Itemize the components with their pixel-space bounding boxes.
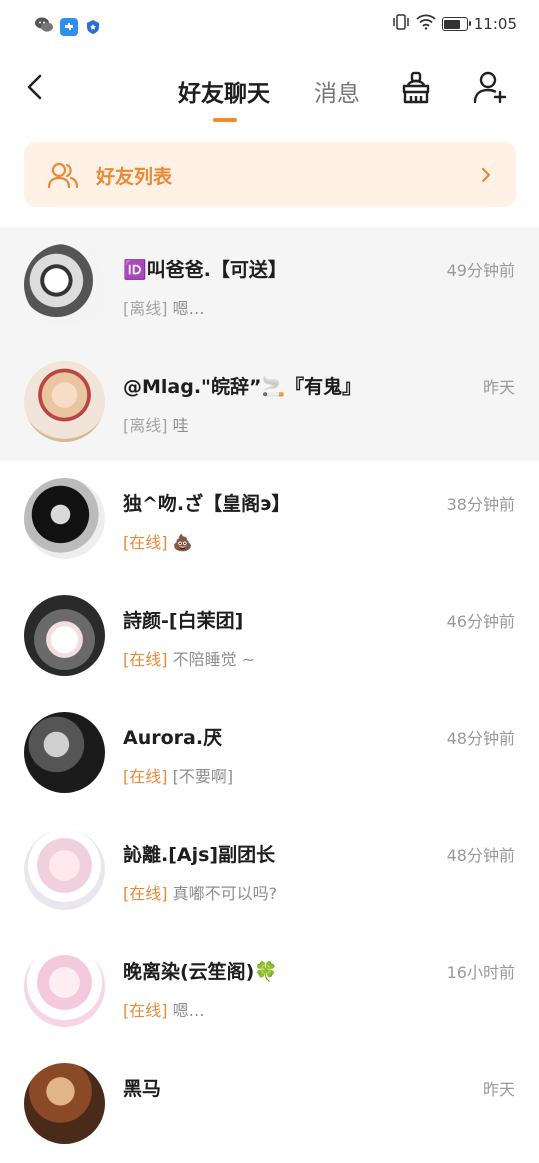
avatar[interactable] bbox=[24, 712, 105, 793]
last-message-time: 昨天 bbox=[482, 1080, 515, 1099]
offline-status: [离线] bbox=[123, 416, 168, 435]
system-status: 11:05 bbox=[392, 14, 517, 34]
friend-row[interactable]: @Mlag."皖辞”🚬『有鬼』 昨天 [离线] 哇 bbox=[0, 344, 539, 461]
avatar[interactable] bbox=[24, 595, 105, 676]
online-status: [在线] bbox=[123, 650, 168, 669]
friend-name: @Mlag."皖辞”🚬『有鬼』 bbox=[123, 376, 362, 398]
battery-icon bbox=[441, 17, 471, 31]
message-preview: [在线] [不要啊] bbox=[123, 763, 233, 787]
friend-chat-list: 🆔叫爸爸.【可送】 49分钟前 [离线] 嗯… @Mlag."皖辞”🚬『有鬼』 昨天 [离… bbox=[0, 227, 539, 1163]
message-preview: [在线] 真嘟不可以吗? bbox=[123, 880, 277, 904]
message-preview: [在线] 💩 bbox=[123, 529, 193, 553]
wechat-icon bbox=[34, 16, 54, 38]
friend-row[interactable]: 訫離.[Ajs]副团长 48分钟前 [在线] 真嘟不可以吗? bbox=[0, 812, 539, 929]
friend-name: 晚离染(云笙阁)🍀 bbox=[123, 961, 279, 983]
message-preview: [离线] 嗯… bbox=[123, 295, 205, 319]
add-friend-button[interactable] bbox=[472, 70, 508, 106]
add-user-icon bbox=[473, 71, 507, 104]
avatar[interactable] bbox=[24, 946, 105, 1027]
shield-app-icon bbox=[84, 18, 102, 36]
last-message-time: 38分钟前 bbox=[446, 495, 515, 514]
friend-row[interactable]: 独^吻.ざ【皇阁э】 38分钟前 [在线] 💩 bbox=[0, 461, 539, 578]
vibrate-icon bbox=[392, 14, 410, 34]
last-message-text: 不陪睡觉 ~ bbox=[172, 650, 256, 669]
last-message-text: 💩 bbox=[172, 533, 193, 552]
online-status: [在线] bbox=[123, 884, 168, 903]
last-message-time: 46分钟前 bbox=[446, 612, 515, 631]
last-message-text: 哇 bbox=[172, 416, 189, 435]
friend-row[interactable]: 詩颜-[白茉团] 46分钟前 [在线] 不陪睡觉 ~ bbox=[0, 578, 539, 695]
friend-name: 訫離.[Ajs]副团长 bbox=[123, 844, 276, 866]
friend-row[interactable]: 黑马 昨天 bbox=[0, 1046, 539, 1163]
last-message-time: 16小时前 bbox=[446, 963, 515, 982]
online-status: [在线] bbox=[123, 533, 168, 552]
notification-icons bbox=[34, 16, 102, 38]
friend-name: 黑马 bbox=[123, 1078, 162, 1100]
friend-row[interactable]: 🆔叫爸爸.【可送】 49分钟前 [离线] 嗯… bbox=[0, 227, 539, 344]
tab-friends-chat[interactable]: 好友聊天 bbox=[178, 74, 270, 108]
friend-name: Aurora.厌 bbox=[123, 727, 223, 749]
last-message-time: 49分钟前 bbox=[446, 261, 515, 280]
last-message-text: [不要啊] bbox=[172, 767, 234, 786]
last-message-text: 真嘟不可以吗? bbox=[172, 884, 278, 903]
tab-indicator bbox=[213, 118, 237, 122]
puzzle-app-icon bbox=[60, 18, 78, 36]
avatar[interactable] bbox=[24, 478, 105, 559]
friend-row[interactable]: 晚离染(云笙阁)🍀 16小时前 [在线] 嗯… bbox=[0, 929, 539, 1046]
top-nav: 好友聊天 消息 bbox=[0, 60, 539, 130]
last-message-time: 昨天 bbox=[482, 378, 515, 397]
online-status: [在线] bbox=[123, 767, 168, 786]
last-message-text: 嗯… bbox=[172, 299, 205, 318]
clock: 11:05 bbox=[473, 15, 517, 33]
broom-icon bbox=[402, 71, 430, 104]
friend-name: 詩颜-[白茉团] bbox=[123, 610, 244, 632]
chevron-right-icon bbox=[481, 167, 491, 183]
avatar[interactable] bbox=[24, 244, 105, 325]
clean-button[interactable] bbox=[398, 70, 434, 106]
back-arrow-icon bbox=[27, 74, 42, 100]
battery-level bbox=[444, 19, 461, 29]
friend-row[interactable]: Aurora.厌 48分钟前 [在线] [不要啊] bbox=[0, 695, 539, 812]
avatar[interactable] bbox=[24, 361, 105, 442]
users-icon bbox=[48, 162, 78, 188]
friend-list-banner[interactable]: 好友列表 bbox=[24, 142, 516, 207]
avatar[interactable] bbox=[24, 1063, 105, 1144]
tab-messages[interactable]: 消息 bbox=[314, 74, 360, 108]
message-preview: [离线] 哇 bbox=[123, 412, 189, 436]
friend-name: 独^吻.ざ【皇阁э】 bbox=[123, 493, 291, 515]
last-message-text: 嗯… bbox=[172, 1001, 205, 1020]
last-message-time: 48分钟前 bbox=[446, 729, 515, 748]
message-preview: [在线] 不陪睡觉 ~ bbox=[123, 646, 255, 670]
wifi-icon bbox=[416, 14, 436, 34]
avatar[interactable] bbox=[24, 829, 105, 910]
message-preview: [在线] 嗯… bbox=[123, 997, 205, 1021]
last-message-time: 48分钟前 bbox=[446, 846, 515, 865]
status-bar: 11:05 bbox=[0, 0, 539, 50]
friend-name: 🆔叫爸爸.【可送】 bbox=[123, 259, 287, 281]
online-status: [在线] bbox=[123, 1001, 168, 1020]
offline-status: [离线] bbox=[123, 299, 168, 318]
friend-list-label: 好友列表 bbox=[96, 166, 173, 188]
back-button[interactable] bbox=[22, 72, 52, 102]
